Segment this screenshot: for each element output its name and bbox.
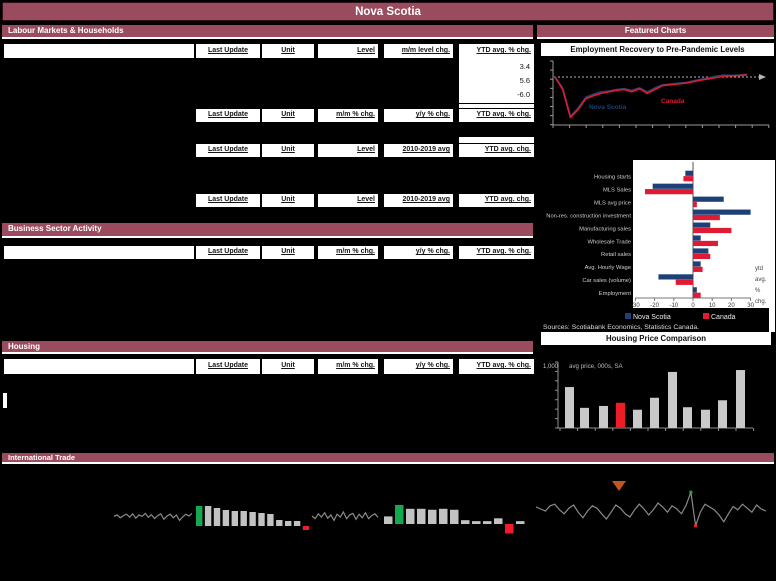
column-header-cell: m/m % chg.: [318, 359, 378, 374]
svg-text:Car sales (volume): Car sales (volume): [582, 278, 631, 284]
svg-text:-20: -20: [650, 303, 659, 309]
column-header-cell: YTD avg. % chg.: [459, 109, 534, 122]
column-header-cell: Unit: [262, 246, 314, 259]
business-activity-bar-chart: -30 -20 -10 0 10 20 30Housing startsMLS SalesM…: [543, 160, 769, 331]
svg-text:chg.: chg.: [755, 299, 767, 305]
column-header-cell: m/m % chg.: [318, 109, 378, 122]
svg-text:10: 10: [709, 303, 716, 309]
trade-sparkbars-2: [384, 505, 525, 534]
nova-scotia-report-page: Nova Scotia Labour Markets & Households …: [0, 0, 776, 581]
column-header-cell: y/y % chg.: [384, 359, 453, 374]
column-header-cell: Last Update: [196, 194, 260, 207]
column-header-cell: Unit: [262, 109, 314, 122]
column-header-cell: m/m % chg.: [318, 246, 378, 259]
column-header-cell: YTD avg. % chg.: [459, 359, 534, 374]
svg-text:%: %: [755, 288, 761, 294]
ytd-value: 3.4: [519, 62, 530, 71]
svg-text:-10: -10: [669, 303, 678, 309]
trade-sparkbars-1: [196, 506, 310, 530]
svg-text:Sources: Scotiabank Economics,: Sources: Scotiabank Economics, Statistic…: [543, 324, 699, 331]
cell-sliver: [459, 137, 534, 143]
column-header-cell: y/y % chg.: [384, 109, 453, 122]
column-header-cell: YTD avg. chg.: [459, 144, 534, 157]
svg-text:-30: -30: [631, 303, 640, 309]
row-description-cell: [4, 359, 194, 374]
column-header-cell: Unit: [262, 144, 314, 157]
housing-price-bar-chart: 1,000 avg price, 000s, SA: [543, 361, 755, 431]
svg-text:Canada: Canada: [661, 98, 685, 105]
housing-price-chart-title: Housing Price Comparison: [541, 332, 771, 345]
column-header-cell: Last Update: [196, 109, 260, 122]
svg-text:MLS avg price: MLS avg price: [594, 200, 631, 206]
cell-sliver: [459, 104, 534, 108]
section-header-featured-charts: Featured Charts: [537, 25, 774, 39]
column-header-cell: 2010-2019 avg: [384, 194, 453, 207]
svg-text:1,000: 1,000: [543, 364, 559, 370]
svg-text:Wholesale Trade: Wholesale Trade: [588, 239, 632, 245]
svg-text:Retail sales: Retail sales: [601, 252, 631, 258]
column-header-cell: Last Update: [196, 359, 260, 374]
row-description-cell: [4, 44, 194, 58]
column-header-cell: Level: [318, 144, 378, 157]
column-header-cell: Last Update: [196, 246, 260, 259]
svg-text:Avg. Hourly Wage: Avg. Hourly Wage: [585, 265, 631, 271]
svg-text:Employment: Employment: [599, 291, 632, 297]
column-header-cell: Unit: [262, 359, 314, 374]
column-header-cell: 2010-2019 avg: [384, 144, 453, 157]
column-header-cell: Level: [318, 194, 378, 207]
svg-text:MLS Sales: MLS Sales: [603, 187, 631, 193]
svg-text:avg price, 000s, SA: avg price, 000s, SA: [569, 363, 624, 370]
row-description-cell: [4, 246, 194, 259]
partial-cell-fragment: [3, 393, 7, 408]
column-header-cell: Last Update: [196, 44, 260, 58]
column-header-cell: y/y % chg.: [384, 246, 453, 259]
column-header-cell: Unit: [262, 44, 314, 58]
svg-text:30: 30: [747, 303, 754, 309]
trade-sparkline-2: [311, 510, 379, 522]
ytd-value: -6.0: [517, 90, 530, 99]
column-header-cell: Unit: [262, 194, 314, 207]
svg-text:Nova Scotia: Nova Scotia: [589, 104, 627, 111]
employment-recovery-line-chart: Nova Scotia Canada: [550, 60, 770, 128]
svg-text:ytd: ytd: [755, 266, 763, 272]
svg-text:Housing starts: Housing starts: [594, 175, 631, 181]
column-header-cell: YTD avg. % chg.: [459, 44, 534, 58]
trade-sparkline-3: [535, 490, 767, 528]
column-header-cell: Last Update: [196, 144, 260, 157]
column-header-cell: m/m level chg.: [384, 44, 453, 58]
down-triangle-marker-icon: [612, 481, 626, 491]
ytd-values-box: 3.4 5.6 -6.0: [459, 58, 534, 103]
column-header-cell: Level: [318, 44, 378, 58]
column-header-cell: YTD avg. chg.: [459, 194, 534, 207]
svg-text:Non-res. construction investme: Non-res. construction investment: [546, 213, 631, 219]
svg-text:avg.: avg.: [755, 277, 767, 283]
svg-text:20: 20: [728, 303, 735, 309]
trade-sparkline-1: [113, 512, 193, 522]
svg-text:Canada: Canada: [711, 314, 736, 321]
ytd-value: 5.6: [519, 76, 530, 85]
svg-text:Nova Scotia: Nova Scotia: [633, 314, 671, 321]
employment-chart-title: Employment Recovery to Pre-Pandemic Leve…: [541, 43, 774, 56]
svg-text:Manufacturing sales: Manufacturing sales: [579, 226, 631, 232]
column-header-cell: YTD avg. % chg.: [459, 246, 534, 259]
